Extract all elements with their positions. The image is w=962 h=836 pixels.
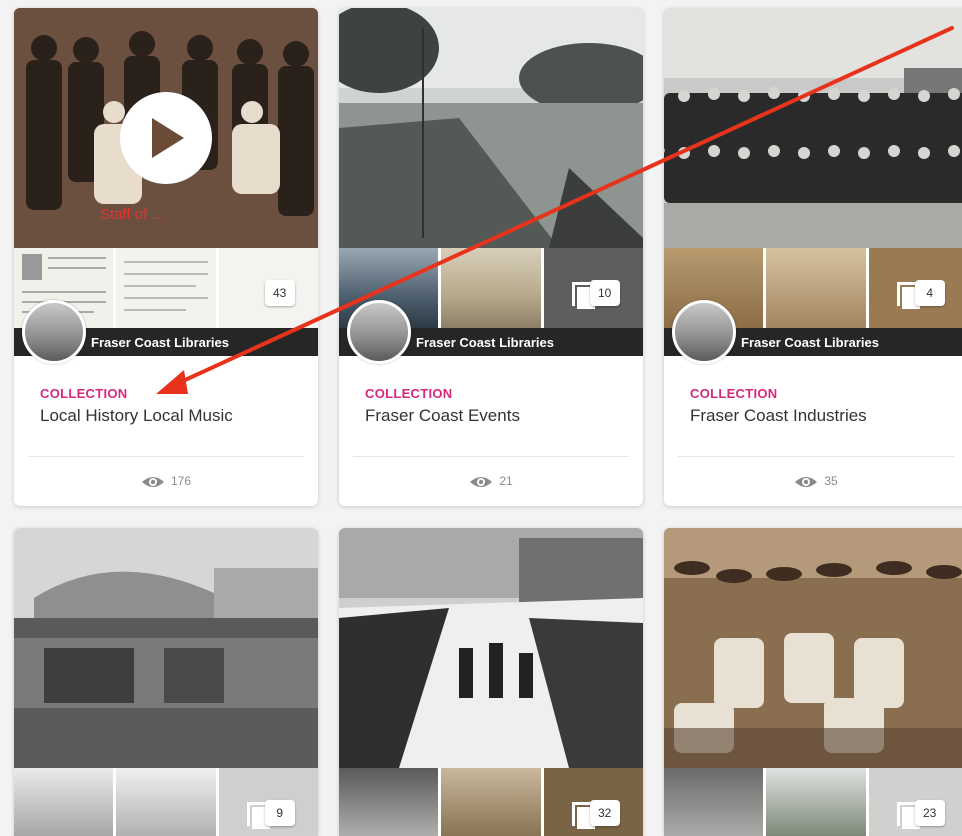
card-hero-image[interactable]: [339, 528, 643, 768]
collection-card-events[interactable]: 10 Fraser Coast Libraries COLLECTION Fra…: [339, 8, 643, 506]
document-graphic: [124, 261, 209, 311]
owner-name[interactable]: Fraser Coast Libraries: [91, 335, 229, 350]
item-count-badge: 10: [589, 280, 620, 306]
card-title[interactable]: Local History Local Music: [40, 406, 233, 426]
thumbnail-more[interactable]: 43: [218, 248, 318, 328]
view-count: 21: [339, 474, 643, 489]
thumbnail-more[interactable]: 10: [543, 248, 643, 328]
thumbnail[interactable]: [116, 248, 216, 328]
card-divider: [678, 456, 954, 457]
owner-avatar[interactable]: [347, 300, 411, 364]
item-count-badge: 43: [264, 280, 295, 306]
card-divider: [353, 456, 629, 457]
collection-card-row2-1[interactable]: 9: [14, 528, 318, 836]
owner-avatar[interactable]: [22, 300, 86, 364]
view-count: 176: [14, 474, 318, 489]
view-count-value: 21: [499, 474, 513, 488]
play-button[interactable]: [120, 92, 212, 184]
view-count: 35: [664, 474, 962, 489]
play-icon: [152, 118, 184, 158]
collection-card-row2-3[interactable]: 23: [664, 528, 962, 836]
thumbnail[interactable]: [441, 768, 541, 836]
thumbnail[interactable]: [441, 248, 541, 328]
view-count-value: 35: [824, 474, 838, 488]
thumbnail[interactable]: [14, 768, 114, 836]
collection-card-row2-2[interactable]: 32: [339, 528, 643, 836]
card-hero-image[interactable]: Staff of ...: [14, 8, 318, 248]
view-count-value: 176: [170, 474, 192, 488]
thumbnail-strip: 23: [664, 768, 962, 836]
item-type-label: COLLECTION: [365, 386, 453, 401]
owner-name[interactable]: Fraser Coast Libraries: [416, 335, 554, 350]
group-photo-graphic: [664, 8, 962, 248]
thumbnail[interactable]: [339, 768, 439, 836]
eye-icon: [795, 476, 818, 487]
eye-icon: [470, 476, 493, 487]
thumbnail-strip: 32: [339, 768, 643, 836]
thumbnail-more[interactable]: 23: [868, 768, 962, 836]
owner-avatar[interactable]: [672, 300, 736, 364]
item-count-badge: 23: [914, 800, 945, 826]
collection-card-local-history[interactable]: Staff of ... 43 Fraser Coast Libraries C…: [14, 8, 318, 506]
eye-icon: [141, 476, 164, 487]
thumbnail[interactable]: [116, 768, 216, 836]
group-photo-graphic: [664, 528, 962, 768]
parade-photo-graphic: [339, 528, 643, 768]
card-hero-image[interactable]: [664, 8, 962, 248]
thumbnail-more[interactable]: 32: [543, 768, 643, 836]
item-count-badge: 4: [914, 280, 945, 306]
card-title[interactable]: Fraser Coast Events: [365, 406, 520, 426]
card-hero-image[interactable]: [339, 8, 643, 248]
item-count-badge: 9: [264, 800, 295, 826]
card-divider: [28, 456, 304, 457]
photo-caption: Staff of ...: [100, 206, 164, 223]
thumbnail[interactable]: [766, 768, 866, 836]
card-hero-image[interactable]: [664, 528, 962, 768]
item-type-label: COLLECTION: [40, 386, 128, 401]
shopfront-photo-graphic: [14, 528, 318, 768]
item-count-badge: 32: [589, 800, 620, 826]
thumbnail-strip: 9: [14, 768, 318, 836]
thumbnail-more[interactable]: 4: [868, 248, 962, 328]
card-title[interactable]: Fraser Coast Industries: [690, 406, 867, 426]
item-type-label: COLLECTION: [690, 386, 778, 401]
thumbnail[interactable]: [664, 768, 764, 836]
owner-name[interactable]: Fraser Coast Libraries: [741, 335, 879, 350]
thumbnail-more[interactable]: 9: [218, 768, 318, 836]
collection-card-industries[interactable]: 4 Fraser Coast Libraries COLLECTION Fras…: [664, 8, 962, 506]
card-hero-image[interactable]: [14, 528, 318, 768]
flood-photo-graphic: [339, 8, 643, 248]
thumbnail[interactable]: [766, 248, 866, 328]
